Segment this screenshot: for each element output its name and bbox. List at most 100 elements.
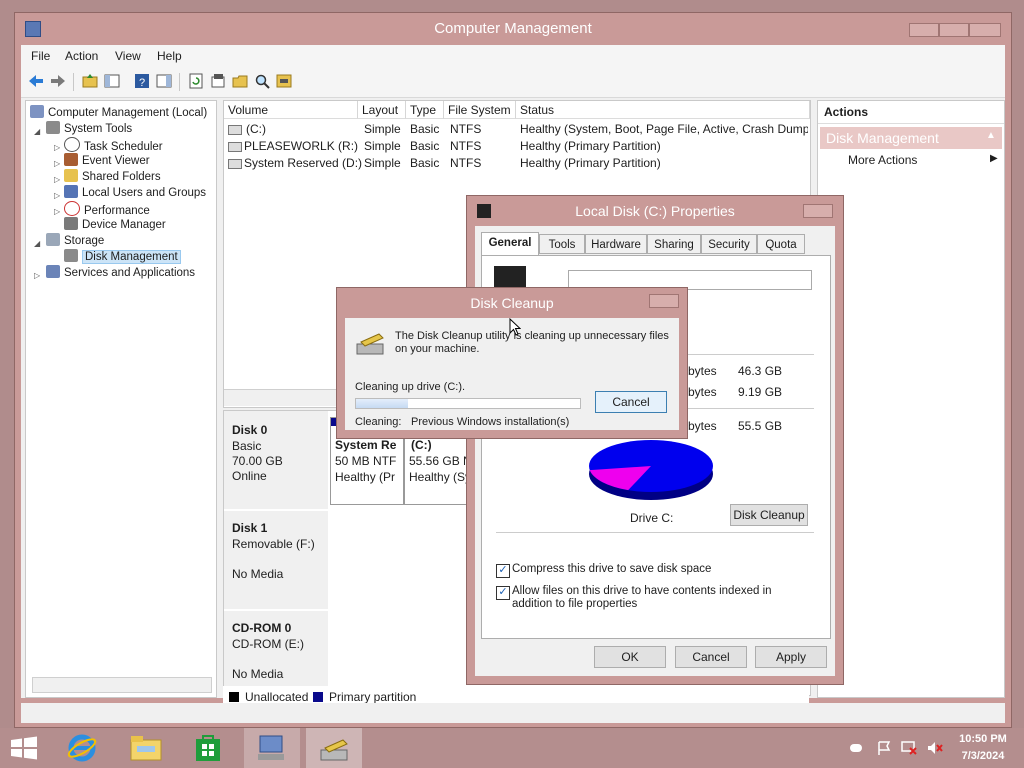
properties-icon[interactable] [209,72,227,90]
tree-item-event-viewer[interactable]: Event Viewer [64,153,150,169]
tree-item-local-users[interactable]: Local Users and Groups [64,185,206,201]
disk-1-info[interactable]: Disk 1 Removable (F:) No Media [224,511,328,611]
taskbar-internet-explorer[interactable] [54,728,110,768]
back-icon[interactable] [27,72,45,90]
start-windows-icon[interactable] [10,736,38,760]
expand-arrow-icon[interactable]: ▷ [54,143,60,152]
primary-partition-swatch [313,692,323,702]
column-header-volume[interactable]: Volume [224,101,358,119]
expand-arrow-icon[interactable]: ▷ [34,271,40,280]
column-header-layout[interactable]: Layout [358,101,406,119]
disk-0-size: 70.00 GB [232,454,283,468]
cdrom-0-name: CD-ROM 0 [232,621,292,635]
legend-primary: Primary partition [329,690,417,704]
toolbar: ? [21,67,1005,98]
close-button[interactable] [969,23,1001,37]
tray-toggle-icon[interactable] [850,744,862,752]
tree-item-shared-folders[interactable]: Shared Folders [64,169,161,185]
used-space-value: 46.3 GB [738,364,783,378]
column-header-type[interactable]: Type [406,101,444,119]
tree-item-services-apps[interactable]: Services and Applications [46,265,195,281]
disk-cleanup-icon [320,739,348,761]
tree-item-storage[interactable]: Storage [46,233,104,249]
title-bar[interactable]: Computer Management [15,13,1011,45]
help-icon[interactable]: ? [133,72,151,90]
actions-header-label: Actions [824,105,869,119]
maximize-button[interactable] [939,23,969,37]
show-hide-action-pane-icon[interactable] [155,72,173,90]
taskbar-disk-cleanup[interactable] [306,728,362,768]
disk-cleanup-close-button[interactable] [649,294,679,308]
show-hide-tree-icon[interactable] [103,72,121,90]
disk-cleanup-cancel-button[interactable]: Cancel [595,391,667,413]
clock-date[interactable]: 7/3/2024 [952,750,1014,762]
console-tree: Computer Management (Local) ◢ System Too… [25,100,217,698]
taskbar-file-explorer[interactable] [118,728,174,768]
menu-file[interactable]: File [31,49,50,63]
tab-quota[interactable]: Quota [757,234,805,254]
tree-item-device-manager[interactable]: Device Manager [64,217,166,233]
tab-general[interactable]: General [481,232,539,256]
forward-icon[interactable] [49,72,67,90]
more-actions-item[interactable]: More Actions ▶ [848,153,998,167]
action-center-flag-icon[interactable] [876,740,892,756]
expand-arrow-icon[interactable]: ▷ [54,175,60,184]
tab-sharing[interactable]: Sharing [647,234,701,254]
apply-button[interactable]: Apply [755,646,827,668]
actions-header: Actions [818,101,1004,124]
disk-0-info[interactable]: Disk 0 Basic 70.00 GB Online [224,411,328,511]
expand-arrow-icon[interactable]: ▷ [54,159,60,168]
tree-item-system-tools[interactable]: System Tools [46,121,132,137]
disk-cleanup-button[interactable]: Disk Cleanup [730,504,808,526]
tab-hardware[interactable]: Hardware [585,234,647,254]
actions-pane: Actions Disk Management ▲ More Actions ▶ [817,100,1005,698]
menu-view[interactable]: View [115,49,141,63]
cancel-button[interactable]: Cancel [675,646,747,668]
taskbar-store[interactable] [180,728,236,768]
disk-0-name: Disk 0 [232,423,268,437]
tab-tools[interactable]: Tools [539,234,585,254]
partition-size: 50 MB NTF [335,454,397,468]
volume-filesystem: NTFS [450,156,482,170]
taskbar-computer-management[interactable] [244,728,300,768]
menu-action[interactable]: Action [65,49,98,63]
cdrom-0-status: No Media [232,667,284,681]
disk-1-type: Removable (F:) [232,537,315,551]
tab-security[interactable]: Security [701,234,757,254]
cdrom-0-info[interactable]: CD-ROM 0 CD-ROM (E:) No Media [224,611,328,695]
free-space-value: 9.19 GB [738,385,783,399]
divider [496,532,814,533]
menu-help[interactable]: Help [157,49,182,63]
expand-arrow-icon[interactable]: ▷ [54,191,60,200]
actions-section-disk-management[interactable]: Disk Management ▲ [820,127,1002,149]
compress-checkbox[interactable]: ✓ [496,564,510,578]
partition-name: System Re [335,438,397,452]
minimize-button[interactable] [909,23,939,37]
refresh-icon[interactable] [187,72,205,90]
capacity-value: 55.5 GB [738,419,783,433]
open-folder-icon[interactable] [231,72,249,90]
expand-arrow-icon[interactable]: ▷ [54,207,60,216]
search-icon[interactable] [253,72,271,90]
disk-properties-icon[interactable] [275,72,293,90]
tree-item-label: Storage [64,235,105,247]
index-checkbox[interactable]: ✓ [496,586,510,600]
tree-horizontal-scrollbar[interactable] [32,677,212,693]
column-header-file-system[interactable]: File System [444,101,516,119]
used-space-unit: bytes [688,364,717,378]
ok-button[interactable]: OK [594,646,666,668]
column-header-status[interactable]: Status [516,101,810,119]
properties-close-button[interactable] [803,204,833,218]
collapse-arrow-icon[interactable]: ◢ [34,239,40,248]
tree-item-disk-management[interactable]: Disk Management [64,249,181,265]
tree-item-task-scheduler[interactable]: Task Scheduler [64,137,163,153]
event-viewer-icon [64,153,78,166]
collapse-arrow-icon[interactable]: ◢ [34,127,40,136]
clock-time[interactable]: 10:50 PM [952,733,1014,745]
up-folder-icon[interactable] [81,72,99,90]
network-disconnected-icon[interactable] [900,740,918,756]
tree-root[interactable]: Computer Management (Local) [30,105,207,121]
tree-item-performance[interactable]: Performance [64,201,150,217]
volume-layout: Simple [364,139,401,153]
volume-muted-icon[interactable] [926,740,944,756]
